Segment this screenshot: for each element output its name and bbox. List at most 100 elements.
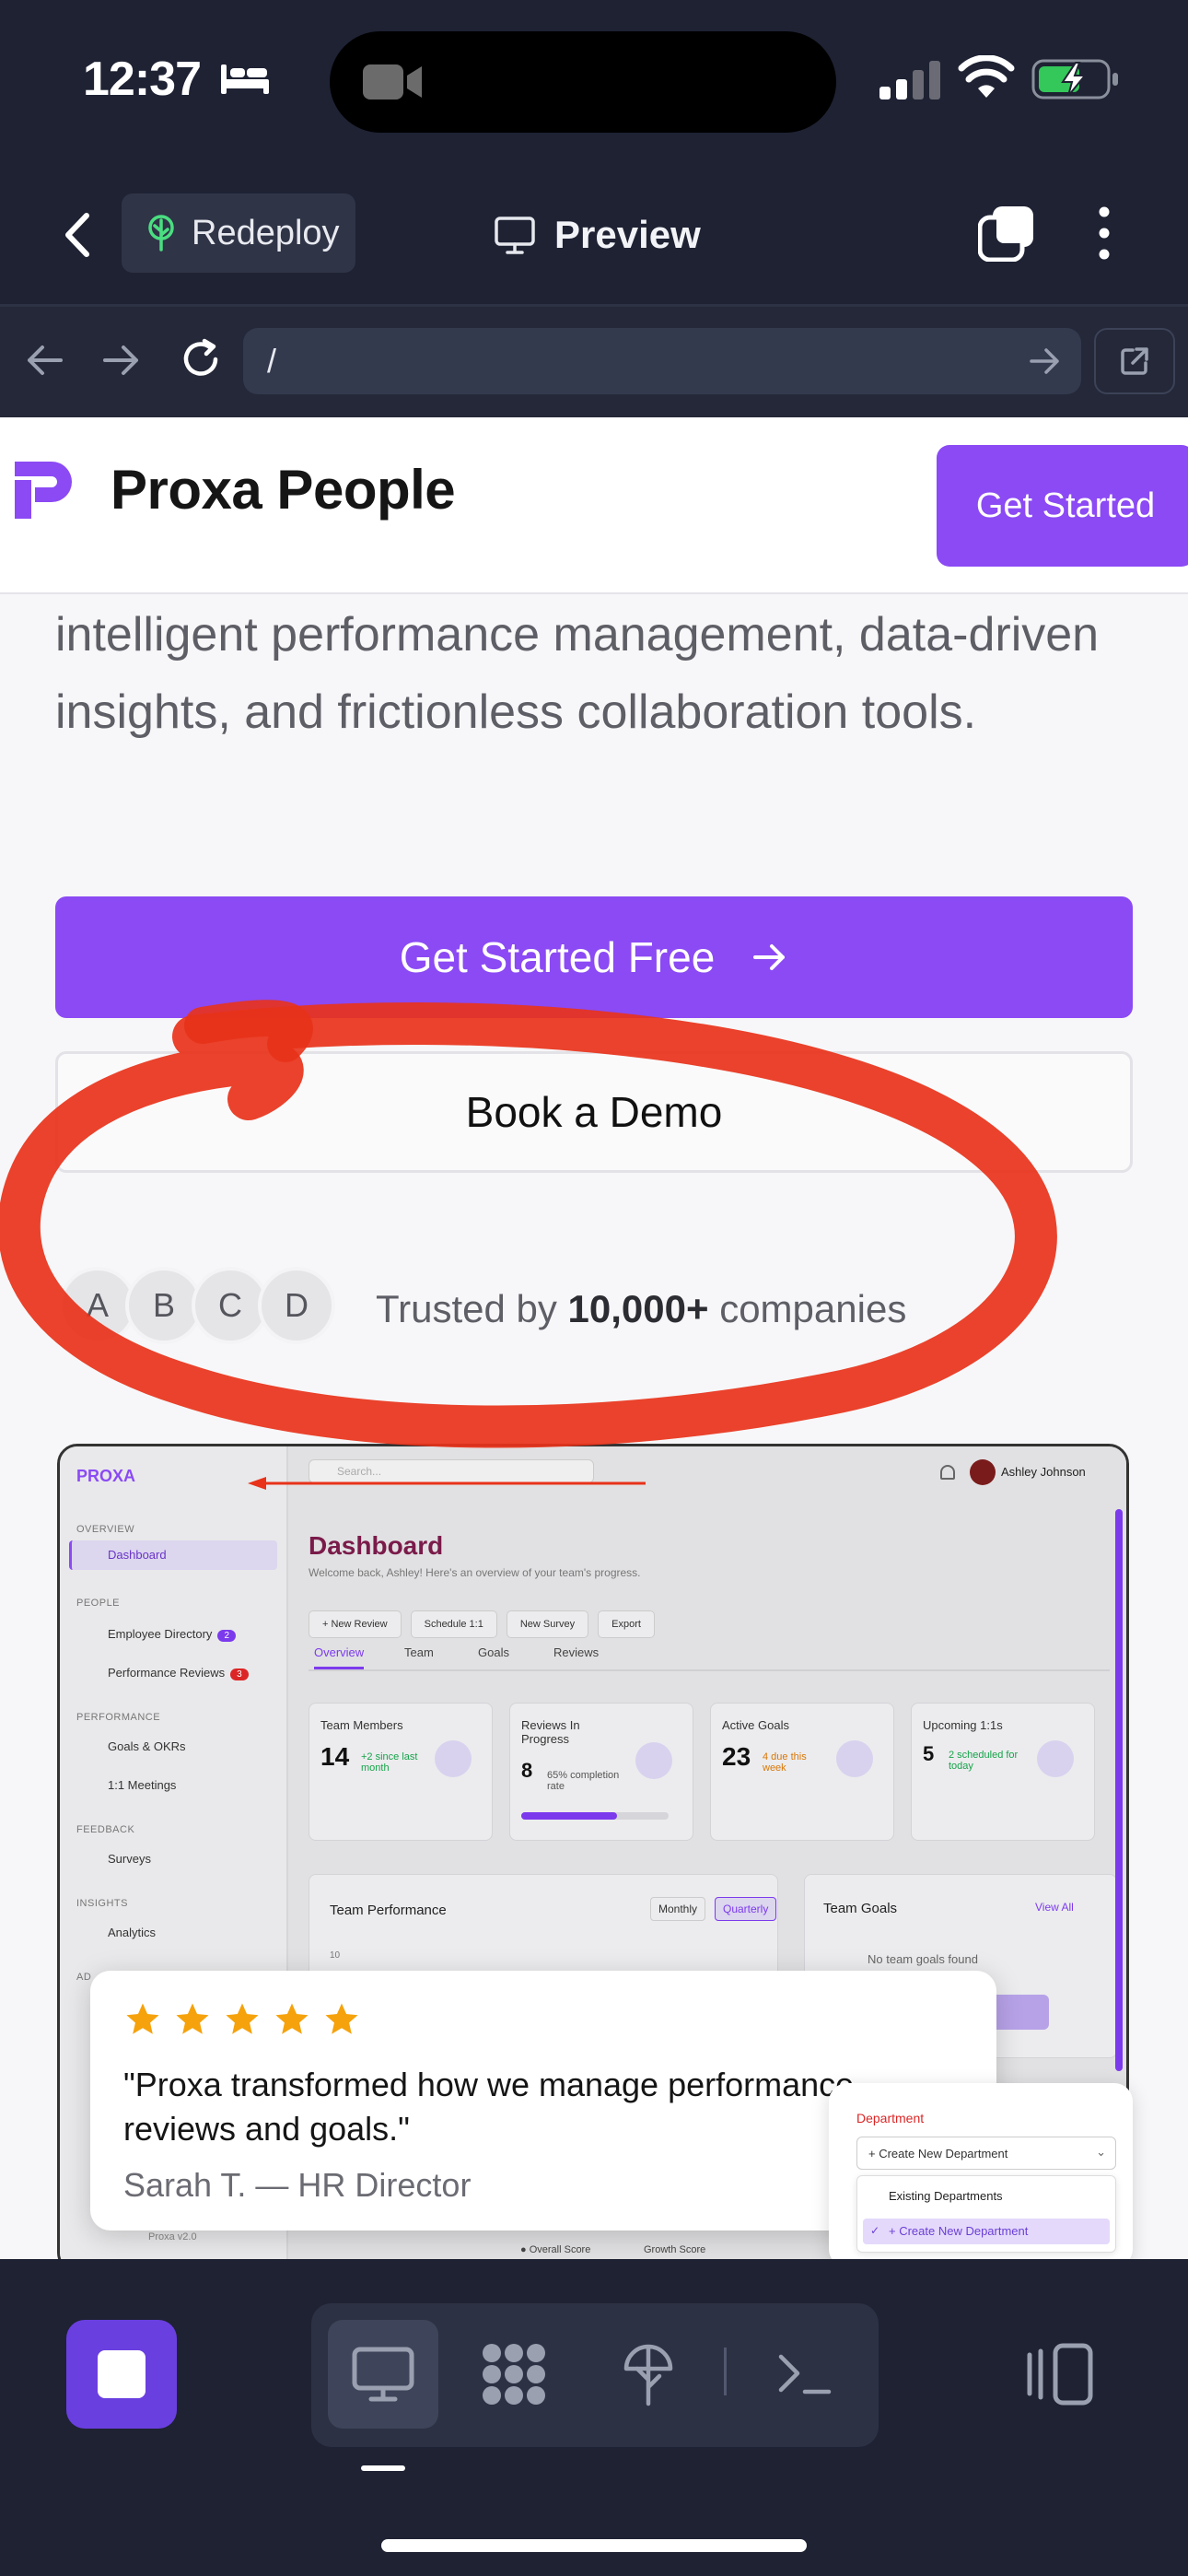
option-create[interactable]: ✓ + Create New Department <box>863 2219 1110 2244</box>
sidebar-item-goals[interactable]: Goals & OKRs <box>108 1739 186 1753</box>
card-title: Active Goals <box>722 1718 789 1732</box>
card-value: 8 <box>521 1759 533 1782</box>
terminal-view-button[interactable] <box>753 2320 856 2429</box>
tab-reviews[interactable]: Reviews <box>553 1645 599 1659</box>
active-segment-indicator <box>361 2465 405 2471</box>
department-dropdown-card: Department + Create New Department ⌄ Exi… <box>829 2083 1133 2259</box>
book-demo-button[interactable]: Book a Demo <box>55 1051 1133 1173</box>
department-select[interactable]: + Create New Department ⌄ <box>856 2137 1116 2170</box>
sidebar-item-label: Dashboard <box>108 1548 167 1562</box>
star-icon <box>275 2003 309 2034</box>
sidebar-item-employee-directory[interactable]: Employee Directory 2 <box>108 1627 236 1642</box>
star-icon <box>176 2003 209 2034</box>
site-brand-name[interactable]: Proxa People <box>111 458 456 521</box>
tab-overview[interactable]: Overview <box>314 1645 365 1669</box>
arrow-right-icon[interactable] <box>99 339 142 381</box>
hero-description: intelligent performance management, data… <box>55 608 1100 739</box>
option-existing[interactable]: Existing Departments <box>889 2189 1003 2203</box>
department-options: Existing Departments ✓ + Create New Depa… <box>856 2175 1116 2253</box>
new-survey-button[interactable]: New Survey <box>506 1610 589 1638</box>
url-text: / <box>267 342 277 380</box>
users-icon <box>435 1740 472 1777</box>
sidebar-item-dashboard[interactable] <box>69 1540 277 1570</box>
sleep-focus-icon <box>221 64 269 94</box>
reviews-progress-track <box>521 1812 669 1820</box>
version-label: Proxa v2.0 <box>148 2231 197 2242</box>
empty-state: No team goals found <box>868 1952 978 1966</box>
section-label: PERFORMANCE <box>76 1712 161 1723</box>
redeploy-label: Redeploy <box>192 213 340 252</box>
deploy-tree-icon <box>148 215 174 252</box>
bell-icon[interactable] <box>940 1465 955 1480</box>
reviews-progress-fill <box>521 1812 617 1820</box>
trusted-suffix: companies <box>719 1287 907 1330</box>
stop-button[interactable] <box>66 2320 177 2429</box>
y-axis-tick: 10 <box>330 1950 341 1961</box>
external-link-icon <box>1121 347 1148 375</box>
reload-icon[interactable] <box>177 335 225 383</box>
tab-team[interactable]: Team <box>404 1645 434 1659</box>
back-chevron-icon[interactable] <box>53 203 99 267</box>
apps-view-button[interactable] <box>462 2320 565 2429</box>
star-icon <box>226 2003 259 2034</box>
card-sub: 65% completion rate <box>547 1770 620 1792</box>
star-rating <box>123 2000 361 2039</box>
view-all-link[interactable]: View All <box>1035 1901 1074 1914</box>
cellular-signal-icon <box>879 61 940 100</box>
redeploy-button[interactable]: Redeploy <box>122 193 355 273</box>
camera-icon <box>363 64 422 100</box>
count-badge: 3 <box>230 1669 249 1680</box>
stat-card-reviews: Reviews In Progress 8 65% completion rat… <box>509 1703 693 1841</box>
sidebar-item-meetings[interactable]: 1:1 Meetings <box>108 1778 176 1792</box>
user-name[interactable]: Ashley Johnson <box>1001 1465 1086 1479</box>
tab-goals[interactable]: Goals <box>478 1645 509 1659</box>
open-external-button[interactable] <box>1094 328 1175 394</box>
grid-dots-icon <box>483 2344 545 2405</box>
deploy-view-button[interactable] <box>597 2320 700 2429</box>
sidebar-item-label: Performance Reviews <box>108 1666 226 1680</box>
trusted-prefix: Trusted by <box>376 1287 557 1330</box>
legend-growth: Growth Score <box>644 2244 706 2255</box>
arrow-left-icon[interactable] <box>24 339 66 381</box>
avatar[interactable] <box>970 1459 996 1485</box>
tabs-icon[interactable] <box>978 205 1035 262</box>
panel-title: Team Goals <box>823 1901 898 1916</box>
more-options-icon[interactable] <box>1090 205 1118 262</box>
monthly-toggle[interactable]: Monthly <box>650 1897 706 1921</box>
nav-get-started-button[interactable]: Get Started <box>937 445 1188 567</box>
red-circle-annotation <box>0 1000 1057 1448</box>
quarterly-toggle[interactable]: Quarterly <box>715 1897 777 1921</box>
card-title: Reviews In Progress <box>521 1718 580 1746</box>
sidebar-item-performance-reviews[interactable]: Performance Reviews 3 <box>108 1666 249 1680</box>
home-indicator <box>381 2539 807 2552</box>
avatar: D <box>258 1267 335 1344</box>
sidebar-item-label: Employee Directory <box>108 1627 213 1641</box>
go-arrow-icon[interactable] <box>1028 345 1061 378</box>
legend-label: Overall Score <box>529 2244 591 2255</box>
card-sub: 4 due this week <box>763 1751 807 1774</box>
web-viewport: Proxa People Get Started intelligent per… <box>0 417 1188 2259</box>
stat-card-upcoming: Upcoming 1:1s 5 2 scheduled for today <box>911 1703 1095 1841</box>
card-value: 14 <box>320 1742 350 1771</box>
scrollbar[interactable] <box>1115 1509 1123 2071</box>
arrow-right-icon <box>753 944 786 970</box>
card-title: Upcoming 1:1s <box>923 1718 1003 1732</box>
chevron-down-icon: ⌄ <box>1096 2145 1106 2159</box>
desktop-view-button[interactable] <box>328 2320 438 2429</box>
sidebar-item-surveys[interactable]: Surveys <box>108 1852 151 1866</box>
site-navbar: Proxa People Get Started <box>0 417 1188 594</box>
new-review-button[interactable]: + New Review <box>309 1610 402 1638</box>
schedule-button[interactable]: Schedule 1:1 <box>410 1610 497 1638</box>
card-value: 5 <box>923 1742 935 1765</box>
section-label: OVERVIEW <box>76 1524 135 1535</box>
sidebar-item-analytics[interactable]: Analytics <box>108 1926 156 1939</box>
url-input[interactable]: / <box>243 328 1081 394</box>
document-icon <box>635 1742 672 1779</box>
select-value: + Create New Department <box>868 2147 1008 2160</box>
layout-toggle-icon[interactable] <box>1024 2340 1098 2408</box>
preview-label: Preview <box>554 213 701 256</box>
export-button[interactable]: Export <box>598 1610 655 1638</box>
battery-charging-icon <box>1031 59 1118 100</box>
get-started-free-button[interactable]: Get Started Free <box>55 896 1133 1018</box>
proxa-logo-icon[interactable] <box>9 454 79 524</box>
